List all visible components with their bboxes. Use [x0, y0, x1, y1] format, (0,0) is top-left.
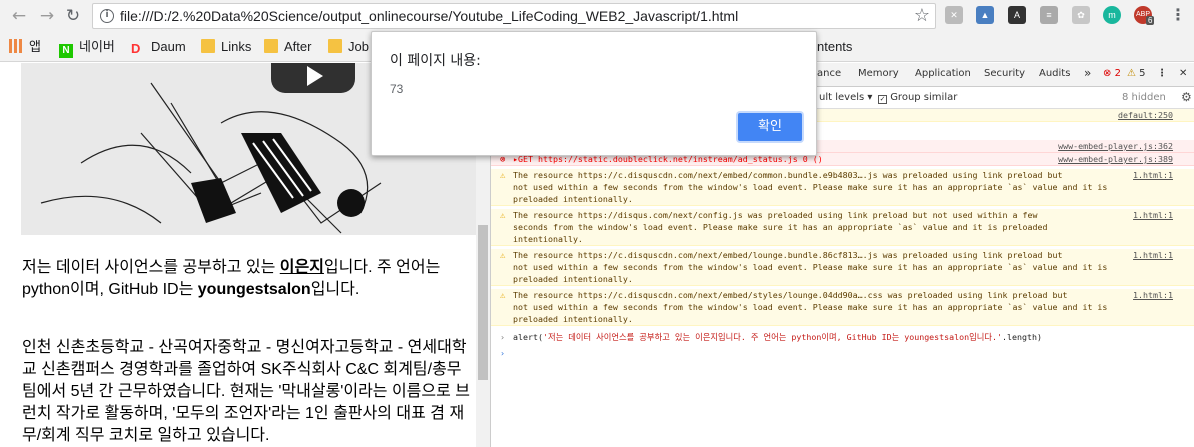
folder-icon	[201, 39, 215, 53]
github-id: youngestsalon	[197, 281, 311, 298]
source-link[interactable]: 1.html:1	[1133, 209, 1173, 221]
bookmark-apps[interactable]: 앱	[9, 39, 41, 55]
bookmark-folder-links[interactable]: Links	[201, 39, 251, 55]
console-message-text: The resource https://c.disquscdn.com/nex…	[513, 290, 1068, 300]
console-message-text: The resource https://c.disquscdn.com/nex…	[513, 250, 1063, 260]
log-levels-dropdown[interactable]: ult levels ▾	[819, 92, 872, 103]
source-link[interactable]: default:250	[1118, 109, 1173, 121]
bookmark-star-icon[interactable]: ☆	[914, 5, 930, 26]
ok-button[interactable]: 확인	[738, 113, 802, 141]
source-link[interactable]: 1.html:1	[1133, 249, 1173, 261]
console-message-line: ⚠ The resource https://c.disquscdn.com/ne…	[491, 169, 1194, 181]
console-message-text: The resource https://c.disquscdn.com/nex…	[513, 170, 1063, 180]
bookmark-folder-after[interactable]: After	[264, 39, 311, 55]
console-message-line: ⚠ The resource https://c.disquscdn.com/ne…	[491, 289, 1194, 301]
console-message-line: not used within a few seconds from the w…	[491, 181, 1194, 193]
reload-icon[interactable]: ↻	[63, 6, 83, 26]
naver-icon: N	[59, 44, 73, 58]
alert-dialog: 이 페이지 내용: 73 확인	[371, 31, 817, 156]
error-icon: ⊗	[1103, 68, 1112, 79]
career-paragraph: 인천 신촌초등학교 - 산곡여자중학교 - 명신여자고등학교 - 연세대학교 신…	[22, 339, 471, 444]
tab-performance[interactable]: ance	[817, 68, 841, 79]
console-message-line: intentionally.	[491, 233, 1194, 245]
tab-security[interactable]: Security	[984, 68, 1025, 79]
folder-icon	[328, 39, 342, 53]
console-warning-message: ⚠ The resource https://c.disquscdn.com/ne…	[491, 289, 1194, 326]
console-message-text: not used within a few seconds from the w…	[513, 262, 1108, 272]
warning-icon: ⚠	[1127, 68, 1136, 79]
extension-icon[interactable]: A	[1008, 6, 1026, 24]
console-message-text: seconds from the window's load event. Pl…	[513, 222, 1048, 232]
console-message-text: preloaded intentionally.	[513, 314, 633, 324]
console-message-line: not used within a few seconds from the w…	[491, 301, 1194, 313]
bookmark-naver[interactable]: N 네이버	[59, 39, 115, 58]
youtube-play-button[interactable]	[271, 63, 355, 93]
extension-icon[interactable]: ▲	[976, 6, 994, 24]
input-chevron-icon: ›	[500, 348, 505, 358]
hidden-count: 8 hidden	[1122, 92, 1166, 103]
chrome-menu-icon[interactable]: ⋮	[1170, 5, 1186, 24]
extension-icon[interactable]: ✕	[945, 6, 963, 24]
address-bar[interactable]: i file:///D:/2.%20Data%20Science/output_…	[92, 3, 936, 29]
info-icon[interactable]: i	[100, 9, 114, 23]
dialog-message: 73	[390, 82, 404, 96]
settings-gear-icon[interactable]: ⚙	[1181, 90, 1192, 104]
console-message-text: The resource https://disqus.com/next/con…	[513, 210, 1038, 220]
apps-grid-icon	[9, 39, 23, 53]
extension-icon[interactable]: ≡	[1040, 6, 1058, 24]
folder-icon	[264, 39, 278, 53]
checkbox-checked-icon: ✓	[878, 95, 887, 104]
back-arrow-icon[interactable]: ←	[9, 6, 29, 26]
forward-arrow-icon[interactable]: →	[37, 6, 57, 26]
daum-icon: D	[131, 41, 141, 56]
source-link[interactable]: 1.html:1	[1133, 169, 1173, 181]
tab-application[interactable]: Application	[915, 68, 971, 79]
prompt-chevron-icon: ›	[500, 332, 505, 342]
url-text[interactable]: file:///D:/2.%20Data%20Science/output_on…	[120, 8, 738, 24]
devtools-menu-icon[interactable]: ⋮	[1157, 68, 1167, 79]
source-link[interactable]: 1.html:1	[1133, 289, 1173, 301]
console-message-line: ⚠ The resource https://disqus.com/next/co…	[491, 209, 1194, 221]
console-warning-message: ⚠ The resource https://c.disquscdn.com/ne…	[491, 249, 1194, 286]
console-message-line: preloaded intentionally.	[491, 313, 1194, 325]
extension-icon[interactable]: ✿	[1072, 6, 1090, 24]
browser-toolbar: ← → ↻ i file:///D:/2.%20Data%20Science/o…	[0, 0, 1194, 32]
adblock-count-badge: 6	[1146, 16, 1155, 25]
more-tabs-icon[interactable]: »	[1084, 66, 1091, 80]
console-warning-message: ⚠ The resource https://disqus.com/next/co…	[491, 209, 1194, 246]
console-message-text: preloaded intentionally.	[513, 194, 633, 204]
warning-count-badge[interactable]: ⚠ 5	[1127, 68, 1146, 79]
group-similar-checkbox[interactable]: ✓ Group similar	[878, 92, 957, 104]
profile-avatar[interactable]: m	[1103, 6, 1121, 24]
console-message-text: not used within a few seconds from the w…	[513, 302, 1108, 312]
dialog-title: 이 페이지 내용:	[390, 53, 481, 69]
source-link[interactable]: www-embed-player.js:389	[1058, 153, 1173, 165]
bookmark-folder-job[interactable]: Job	[328, 39, 369, 55]
console-message-line: ⚠ The resource https://c.disquscdn.com/ne…	[491, 249, 1194, 261]
console-message-line: preloaded intentionally.	[491, 273, 1194, 285]
error-count-badge[interactable]: ⊗ 2	[1103, 68, 1121, 79]
author-name-link[interactable]: 이은지	[280, 259, 324, 276]
console-message-text: intentionally.	[513, 234, 583, 244]
console-command-line: › alert('저는 데이터 사이언스를 공부하고 있는 이은지입니다. 주 언…	[500, 332, 1043, 342]
tab-audits[interactable]: Audits	[1039, 68, 1070, 79]
bookmark-daum[interactable]: D Daum	[131, 39, 186, 56]
console-message-line: preloaded intentionally.	[491, 193, 1194, 205]
tab-memory[interactable]: Memory	[858, 68, 899, 79]
console-message-text: preloaded intentionally.	[513, 274, 633, 284]
intro-paragraph: 저는 데이터 사이언스를 공부하고 있는 이은지입니다. 주 언어는 pytho…	[22, 259, 441, 298]
bookmark-contents[interactable]: ntents	[817, 39, 852, 55]
source-link[interactable]: www-embed-player.js:362	[1058, 140, 1173, 152]
close-devtools-icon[interactable]: ✕	[1179, 68, 1187, 79]
console-message-line: seconds from the window's load event. Pl…	[491, 221, 1194, 233]
console-message-line: not used within a few seconds from the w…	[491, 261, 1194, 273]
page-scrollbar-thumb[interactable]	[478, 225, 488, 380]
console-warning-message: ⚠ The resource https://c.disquscdn.com/ne…	[491, 169, 1194, 206]
console-message-text: not used within a few seconds from the w…	[513, 182, 1108, 192]
